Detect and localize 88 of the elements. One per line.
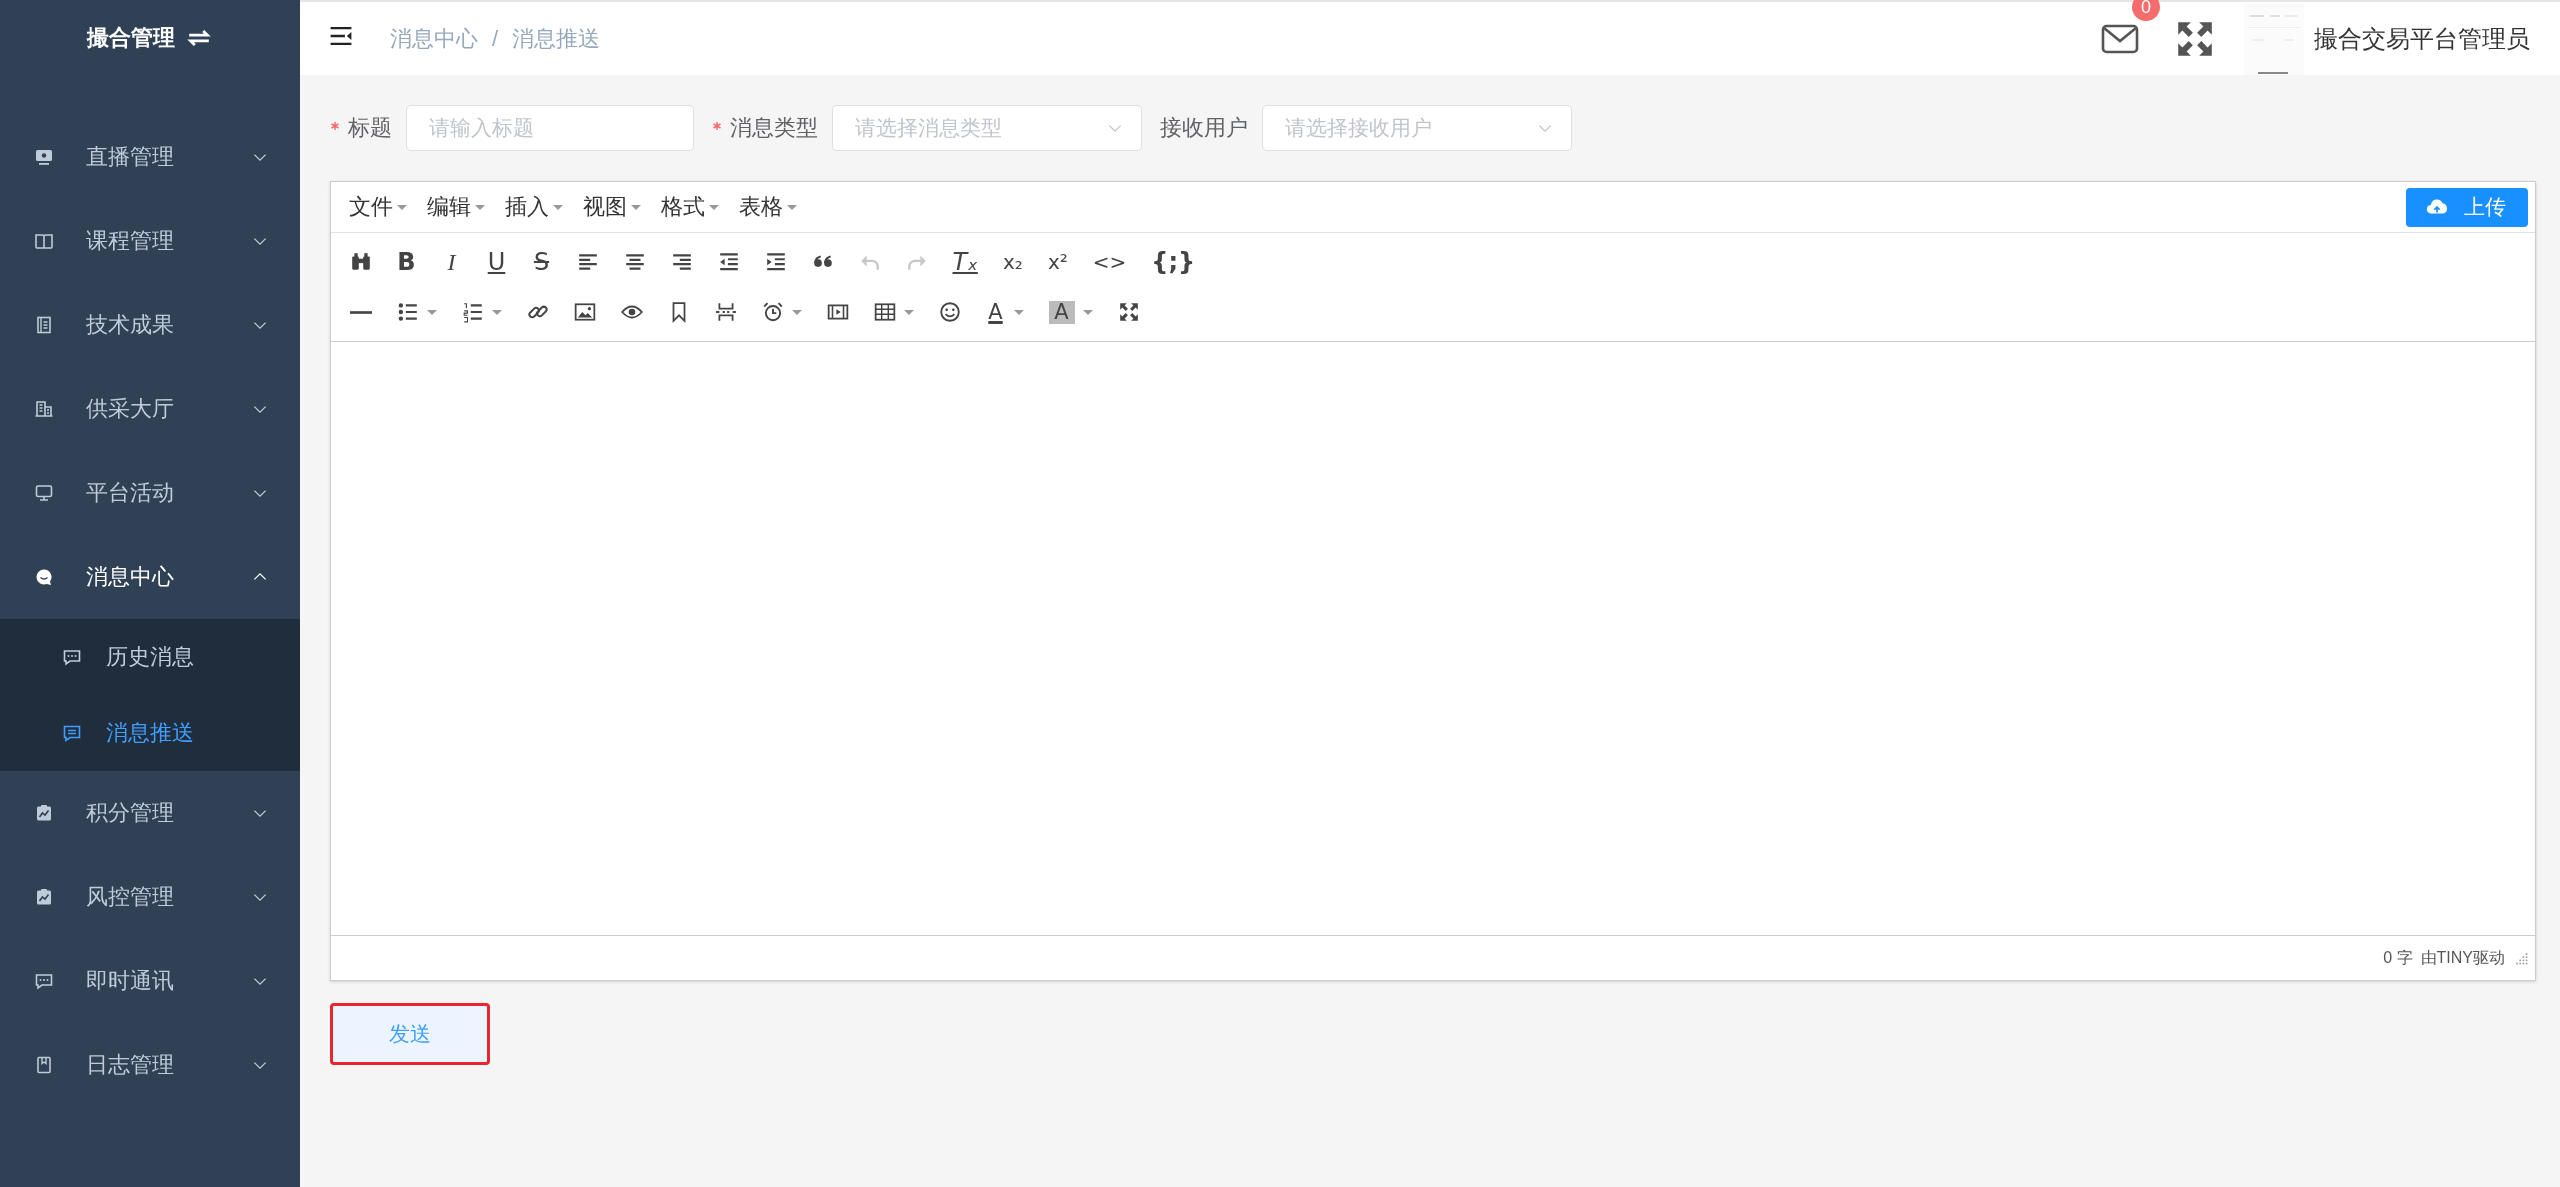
user-name[interactable]: 撮合交易平台管理员 <box>2314 22 2530 55</box>
caret-icon <box>631 204 641 210</box>
caret-icon <box>709 204 719 210</box>
horizontal-line-icon <box>349 310 372 314</box>
toolbar-button[interactable]: A <box>1036 292 1105 332</box>
toolbar-button[interactable]: <> <box>1080 242 1139 282</box>
monitor-icon <box>34 147 54 167</box>
building-icon <box>34 399 54 419</box>
sidebar-item-label: 积分管理 <box>86 799 175 827</box>
input-field[interactable]: 请输入标题 <box>406 105 694 151</box>
sidebar-title: 撮合管理 <box>87 23 175 52</box>
field-label: 标题 <box>348 115 392 140</box>
toolbar-button[interactable]: S <box>519 242 564 282</box>
align-right-icon <box>670 251 693 273</box>
sidebar-item[interactable]: 平台活动 <box>0 451 300 535</box>
monitor-icon <box>34 483 54 503</box>
sidebar-item[interactable]: 积分管理 <box>0 771 300 855</box>
sidebar-item[interactable]: 直播管理 <box>0 115 300 199</box>
required-mark-icon <box>712 121 722 131</box>
resize-handle-icon <box>2513 950 2529 966</box>
word-count: 0 字 <box>2383 947 2413 968</box>
numbered-list-icon <box>461 301 484 323</box>
sidebar-item[interactable]: 日志管理 <box>0 1023 300 1107</box>
submenu-label: 历史消息 <box>106 643 194 671</box>
sidebar-item[interactable]: 风控管理 <box>0 855 300 939</box>
chat-bubble-icon <box>34 567 54 587</box>
align-center-icon <box>623 251 646 273</box>
menu-item[interactable]: 文件 <box>339 187 417 227</box>
breadcrumb-separator: / <box>492 25 499 52</box>
toolbar-button[interactable]: x² <box>1035 242 1081 282</box>
outdent-icon <box>717 251 740 273</box>
alarm-clock-icon <box>761 301 784 323</box>
toolbar-button[interactable]: x₂ <box>990 242 1036 282</box>
sidebar-item[interactable]: 供采大厅 <box>0 367 300 451</box>
book-icon <box>34 231 54 251</box>
toolbar-button[interactable]: B <box>384 242 429 282</box>
sidebar-item[interactable]: 技术成果 <box>0 283 300 367</box>
powered-by-text: 由TINY驱动 <box>2420 947 2505 968</box>
caret-icon <box>787 204 797 210</box>
fullscreen-icon <box>1117 301 1140 323</box>
chat-lines-icon <box>62 723 82 743</box>
sidebar-item-label: 即时通讯 <box>86 967 175 995</box>
toolbar-button[interactable]: {;} <box>1138 242 1208 282</box>
toolbar-button[interactable]: A <box>973 292 1036 332</box>
notebook-icon <box>34 1055 54 1075</box>
search-icon <box>349 251 372 273</box>
notification-badge: 0 <box>2132 0 2160 21</box>
chat-dots-icon <box>62 647 82 667</box>
smiley-icon <box>938 301 961 323</box>
toolbar-button[interactable]: I <box>429 242 474 282</box>
sidebar-item-label: 技术成果 <box>86 311 175 339</box>
menu-item[interactable]: 编辑 <box>417 187 495 227</box>
field-label: 接收用户 <box>1160 115 1248 140</box>
submenu-item[interactable]: 消息推送 <box>0 695 300 771</box>
table-icon <box>873 301 896 323</box>
sidebar-item-label: 直播管理 <box>86 143 175 171</box>
sidebar-item-label: 供采大厅 <box>86 395 175 423</box>
align-left-icon <box>576 251 599 273</box>
menu-item[interactable]: 视图 <box>573 187 651 227</box>
image-icon <box>573 301 596 323</box>
clipboard-chart-icon <box>34 803 54 823</box>
sidebar-item[interactable]: 课程管理 <box>0 199 300 283</box>
sidebar-item-label: 日志管理 <box>86 1051 175 1079</box>
submenu-label: 消息推送 <box>106 719 194 747</box>
toolbar-button[interactable]: Tₓ <box>940 242 991 282</box>
menu-item[interactable]: 格式 <box>651 187 729 227</box>
toolbar-button[interactable]: U <box>474 242 519 282</box>
menu-item[interactable]: 表格 <box>729 187 807 227</box>
sidebar-item-label: 消息中心 <box>86 563 175 591</box>
submenu-item[interactable]: 历史消息 <box>0 619 300 695</box>
bullet-list-icon <box>396 301 419 323</box>
document-icon <box>34 315 54 335</box>
sidebar-item[interactable]: 即时通讯 <box>0 939 300 1023</box>
chat-dots-icon <box>34 971 54 991</box>
required-mark-icon <box>330 121 340 131</box>
indent-icon <box>764 251 787 273</box>
caret-icon <box>475 204 485 210</box>
menu-item[interactable]: 插入 <box>495 187 573 227</box>
page-break-icon <box>714 301 737 323</box>
breadcrumb-item: 消息推送 <box>512 24 601 53</box>
sidebar-item-label: 风控管理 <box>86 883 175 911</box>
field-label: 消息类型 <box>730 115 818 140</box>
caret-icon <box>397 204 407 210</box>
sidebar-item-label: 课程管理 <box>86 227 175 255</box>
clipboard-chart-icon <box>34 887 54 907</box>
sidebar-item[interactable]: 消息中心 <box>0 535 300 619</box>
caret-icon <box>553 204 563 210</box>
sidebar-item-label: 平台活动 <box>86 479 175 507</box>
